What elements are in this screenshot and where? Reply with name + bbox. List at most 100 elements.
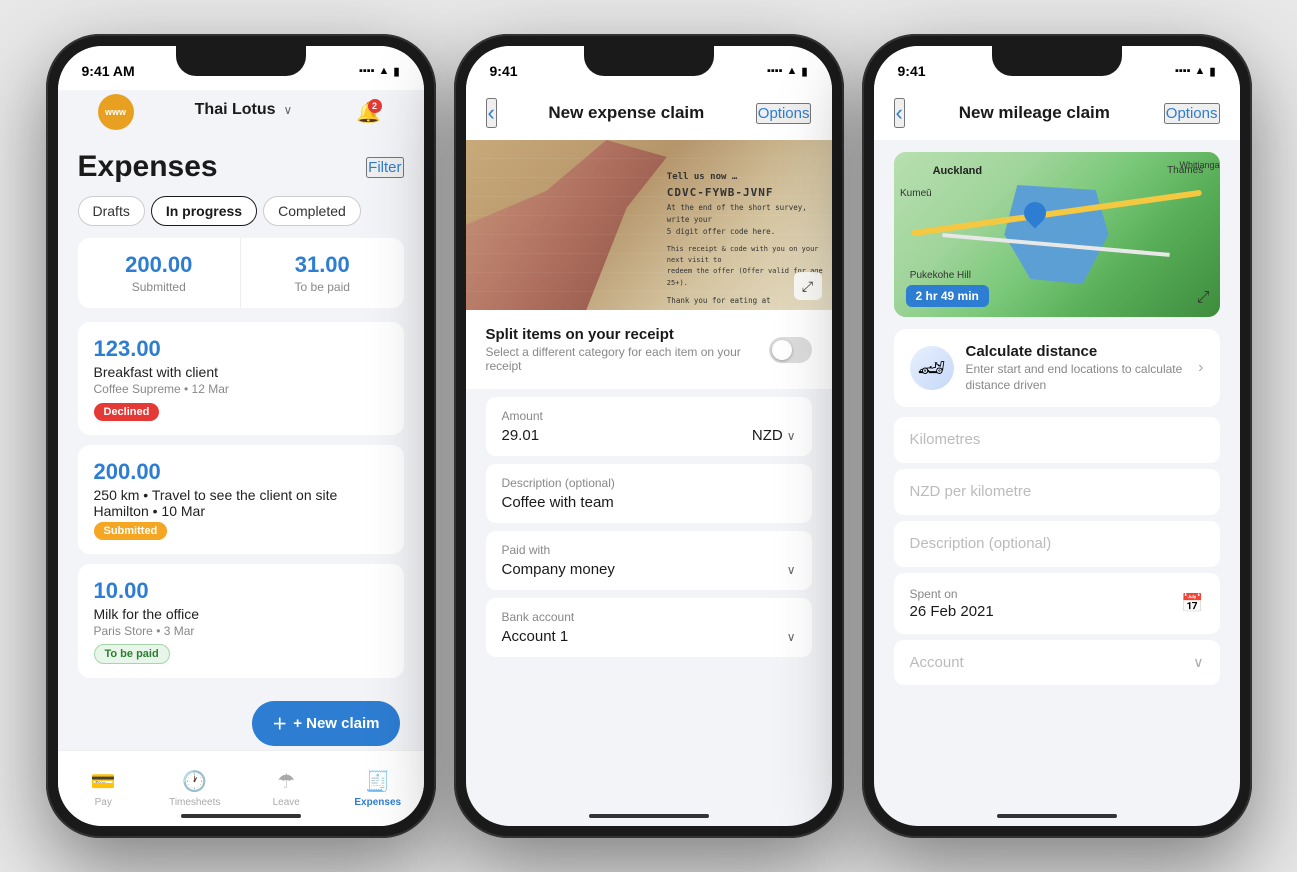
status-time-1: 9:41 AM: [82, 63, 135, 79]
status-time-3: 9:41: [898, 63, 926, 79]
wifi-icon-2: ▲: [787, 65, 798, 77]
map-time-badge: 2 hr 49 min: [906, 285, 989, 307]
stat-to-be-paid: 31.00 To be paid: [241, 238, 404, 308]
currency-value: NZD: [752, 427, 783, 444]
notification-count: 2: [368, 99, 382, 113]
new-claim-button[interactable]: ＋ + New claim: [252, 701, 399, 746]
spent-on-field[interactable]: Spent on 26 Feb 2021 📅: [894, 573, 1220, 634]
account-field[interactable]: Account ∨: [894, 640, 1220, 685]
calc-distance-subtitle: Enter start and end locations to calcula…: [966, 362, 1187, 393]
nzd-per-km-field[interactable]: NZD per kilometre: [894, 469, 1220, 515]
expense-form: Amount 29.01 NZD ∨ Description (optional…: [466, 397, 832, 657]
nav-expenses[interactable]: 🧾 Expenses: [332, 751, 424, 826]
speedometer-icon: 🏎: [910, 346, 954, 390]
signal-icon: ▪▪▪▪: [359, 65, 375, 77]
calculate-distance-card[interactable]: 🏎 Calculate distance Enter start and end…: [894, 329, 1220, 407]
amount-field[interactable]: Amount 29.01 NZD ∨: [486, 397, 812, 456]
expense-desc-2: 250 km • Travel to see the client on sit…: [94, 487, 388, 519]
paid-with-row: Company money ∨: [502, 561, 796, 578]
paid-with-chevron-icon: ∨: [787, 563, 796, 577]
home-indicator-2: [589, 814, 709, 818]
split-label: Split items on your receipt: [486, 326, 770, 343]
nav-pay-label: Pay: [95, 797, 112, 808]
tab-in-progress[interactable]: In progress: [151, 196, 257, 226]
calc-chevron-icon: ›: [1198, 359, 1203, 377]
split-items-row: Split items on your receipt Select a dif…: [466, 310, 832, 389]
expand-icon[interactable]: ⤢: [794, 272, 822, 300]
expense-item-1[interactable]: 123.00 Breakfast with client Coffee Supr…: [78, 322, 404, 435]
split-sublabel: Select a different category for each ite…: [486, 345, 770, 373]
map-label-whitianga: Whitianga: [1179, 160, 1219, 170]
map-view[interactable]: Auckland Pukekohe Hill Thames Kumeū Whit…: [894, 152, 1220, 317]
calendar-icon[interactable]: 📅: [1181, 593, 1203, 614]
expense-desc-1: Breakfast with client: [94, 364, 388, 380]
receipt-image[interactable]: Tell us now … CDVC-FYWB-JVNF At the end …: [466, 140, 832, 310]
company-selector[interactable]: Thai Lotus ∨: [195, 101, 293, 119]
bank-account-row: Account 1 ∨: [502, 628, 796, 645]
submitted-label: Submitted: [94, 280, 225, 294]
mileage-back-button[interactable]: ‹: [894, 98, 905, 128]
back-button[interactable]: ‹: [486, 98, 497, 128]
expense-tabs: Drafts In progress Completed: [58, 196, 424, 238]
phone-expenses-list: 9:41 AM ▪▪▪▪ ▲ ▮ www Thai Lotus ∨ 🔔 2: [46, 34, 436, 838]
mileage-options-button[interactable]: Options: [1164, 103, 1220, 124]
description-value[interactable]: Coffee with team: [502, 494, 796, 511]
account-row: Account ∨: [910, 654, 1204, 671]
to-be-paid-label: To be paid: [257, 280, 388, 294]
spent-on-content: Spent on 26 Feb 2021: [910, 587, 994, 620]
expense-amount-3: 10.00: [94, 578, 388, 604]
wifi-icon: ▲: [379, 65, 390, 77]
amount-value[interactable]: 29.01: [502, 427, 540, 444]
amount-row: 29.01 NZD ∨: [502, 427, 796, 444]
filter-button[interactable]: Filter: [366, 157, 403, 178]
home-indicator-3: [997, 814, 1117, 818]
expense-badge-3: To be paid: [94, 644, 170, 664]
toggle-thumb: [772, 340, 792, 360]
amount-label: Amount: [502, 409, 796, 423]
claim-header: ‹ New expense claim Options: [466, 90, 832, 140]
spent-on-sublabel: Spent on: [910, 587, 994, 601]
company-name: Thai Lotus: [195, 101, 276, 119]
map-expand-icon[interactable]: ⤢: [1197, 289, 1210, 307]
mileage-title: New mileage claim: [959, 103, 1110, 123]
signal-icon-3: ▪▪▪▪: [1175, 65, 1191, 77]
tab-drafts[interactable]: Drafts: [78, 196, 145, 226]
nav-pay[interactable]: 💳 Pay: [58, 751, 150, 826]
kilometres-field[interactable]: Kilometres: [894, 417, 1220, 463]
currency-chevron-icon: ∨: [787, 429, 796, 443]
page-title-row: Expenses Filter: [58, 142, 424, 196]
notification-bell[interactable]: 🔔 2: [354, 97, 384, 127]
account-chevron-icon: ∨: [1193, 654, 1203, 671]
expenses-stats: 200.00 Submitted 31.00 To be paid: [78, 238, 404, 308]
phone-new-mileage-claim: 9:41 ▪▪▪▪ ▲ ▮ ‹ New mileage claim Option…: [862, 34, 1252, 838]
expense-badge-2: Submitted: [94, 522, 168, 540]
bank-account-field[interactable]: Bank account Account 1 ∨: [486, 598, 812, 657]
pay-icon: 💳: [91, 769, 116, 794]
expense-badge-1: Declined: [94, 403, 160, 421]
expense-sub-1: Coffee Supreme • 12 Mar: [94, 382, 388, 396]
mileage-description-field[interactable]: Description (optional): [894, 521, 1220, 567]
page-title: Expenses: [78, 150, 218, 184]
mileage-description-label: Description (optional): [910, 535, 1052, 552]
tab-completed[interactable]: Completed: [263, 196, 361, 226]
nav-timesheets-label: Timesheets: [169, 797, 220, 808]
expense-item-2[interactable]: 200.00 250 km • Travel to see the client…: [78, 445, 404, 554]
nav-expenses-label: Expenses: [354, 797, 401, 808]
notch-3: [992, 46, 1122, 76]
split-toggle[interactable]: [769, 337, 811, 363]
claim-title: New expense claim: [548, 103, 704, 123]
paid-with-field[interactable]: Paid with Company money ∨: [486, 531, 812, 590]
phone-new-expense-claim: 9:41 ▪▪▪▪ ▲ ▮ ‹ New expense claim Option…: [454, 34, 844, 838]
calc-distance-text: Calculate distance Enter start and end l…: [966, 343, 1187, 393]
expense-item-3[interactable]: 10.00 Milk for the office Paris Store • …: [78, 564, 404, 678]
company-avatar[interactable]: www: [98, 94, 134, 130]
description-field[interactable]: Description (optional) Coffee with team: [486, 464, 812, 523]
currency-selector[interactable]: NZD ∨: [752, 427, 796, 444]
status-icons-1: ▪▪▪▪ ▲ ▮: [359, 65, 400, 78]
status-icons-2: ▪▪▪▪ ▲ ▮: [767, 65, 808, 78]
options-button[interactable]: Options: [756, 103, 812, 124]
split-items-text: Split items on your receipt Select a dif…: [486, 326, 770, 373]
company-chevron-icon: ∨: [284, 103, 293, 117]
mileage-header: ‹ New mileage claim Options: [874, 90, 1240, 140]
bank-account-label: Bank account: [502, 610, 796, 624]
